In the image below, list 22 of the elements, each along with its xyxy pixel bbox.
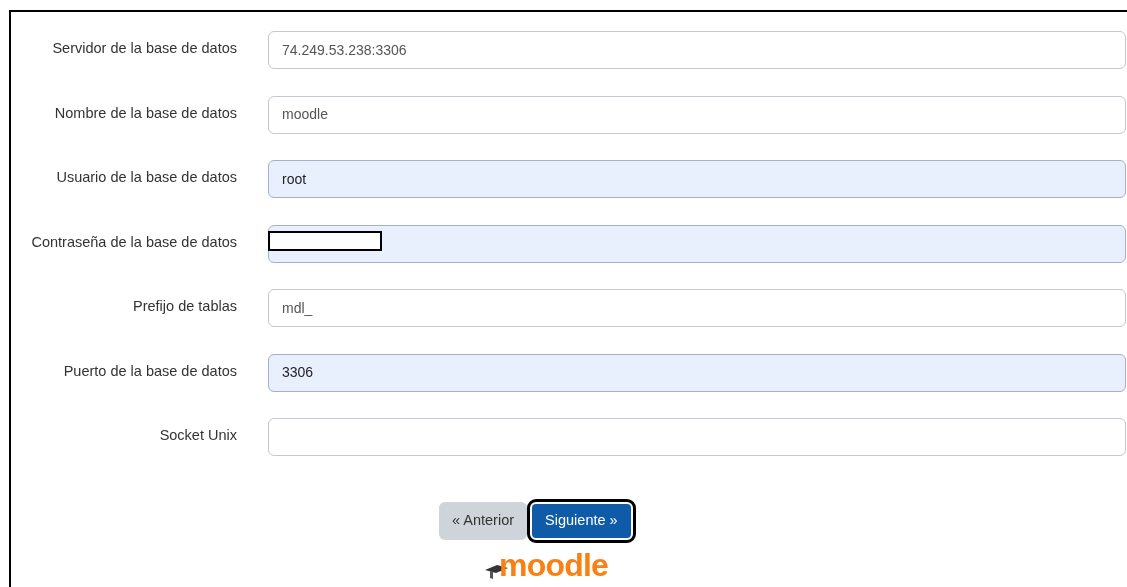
field-label: Contraseña de la base de datos — [30, 232, 237, 252]
input-field[interactable]: mdl_ — [268, 289, 1126, 327]
input-field[interactable]: 3306 — [268, 353, 1126, 392]
field-value: root — [282, 169, 307, 189]
field-label: Usuario de la base de datos — [55, 168, 237, 187]
field-value: 3306 — [282, 363, 314, 382]
field-label: Socket Unix — [158, 426, 237, 445]
input-field[interactable] — [268, 224, 1126, 263]
input-field[interactable]: 74.249.53.238:3306 — [268, 31, 1126, 69]
field-label: Servidor de la base de datos — [51, 39, 237, 58]
field-label: Prefijo de tablas — [132, 297, 237, 316]
next-button[interactable]: Siguiente » — [530, 502, 633, 540]
field-label: Nombre de la base de datos — [53, 103, 237, 123]
field-value: 74.249.53.238:3306 — [282, 40, 407, 60]
field-value: moodle — [282, 105, 328, 124]
input-field[interactable]: root — [268, 160, 1126, 198]
input-field[interactable] — [268, 418, 1126, 456]
input-field[interactable]: moodle — [268, 95, 1126, 134]
previous-button[interactable]: « Anterior — [439, 502, 528, 540]
moodle-logo: moodle — [499, 550, 608, 580]
field-value: mdl_ — [282, 298, 313, 318]
field-label: Puerto de la base de datos — [62, 361, 237, 381]
